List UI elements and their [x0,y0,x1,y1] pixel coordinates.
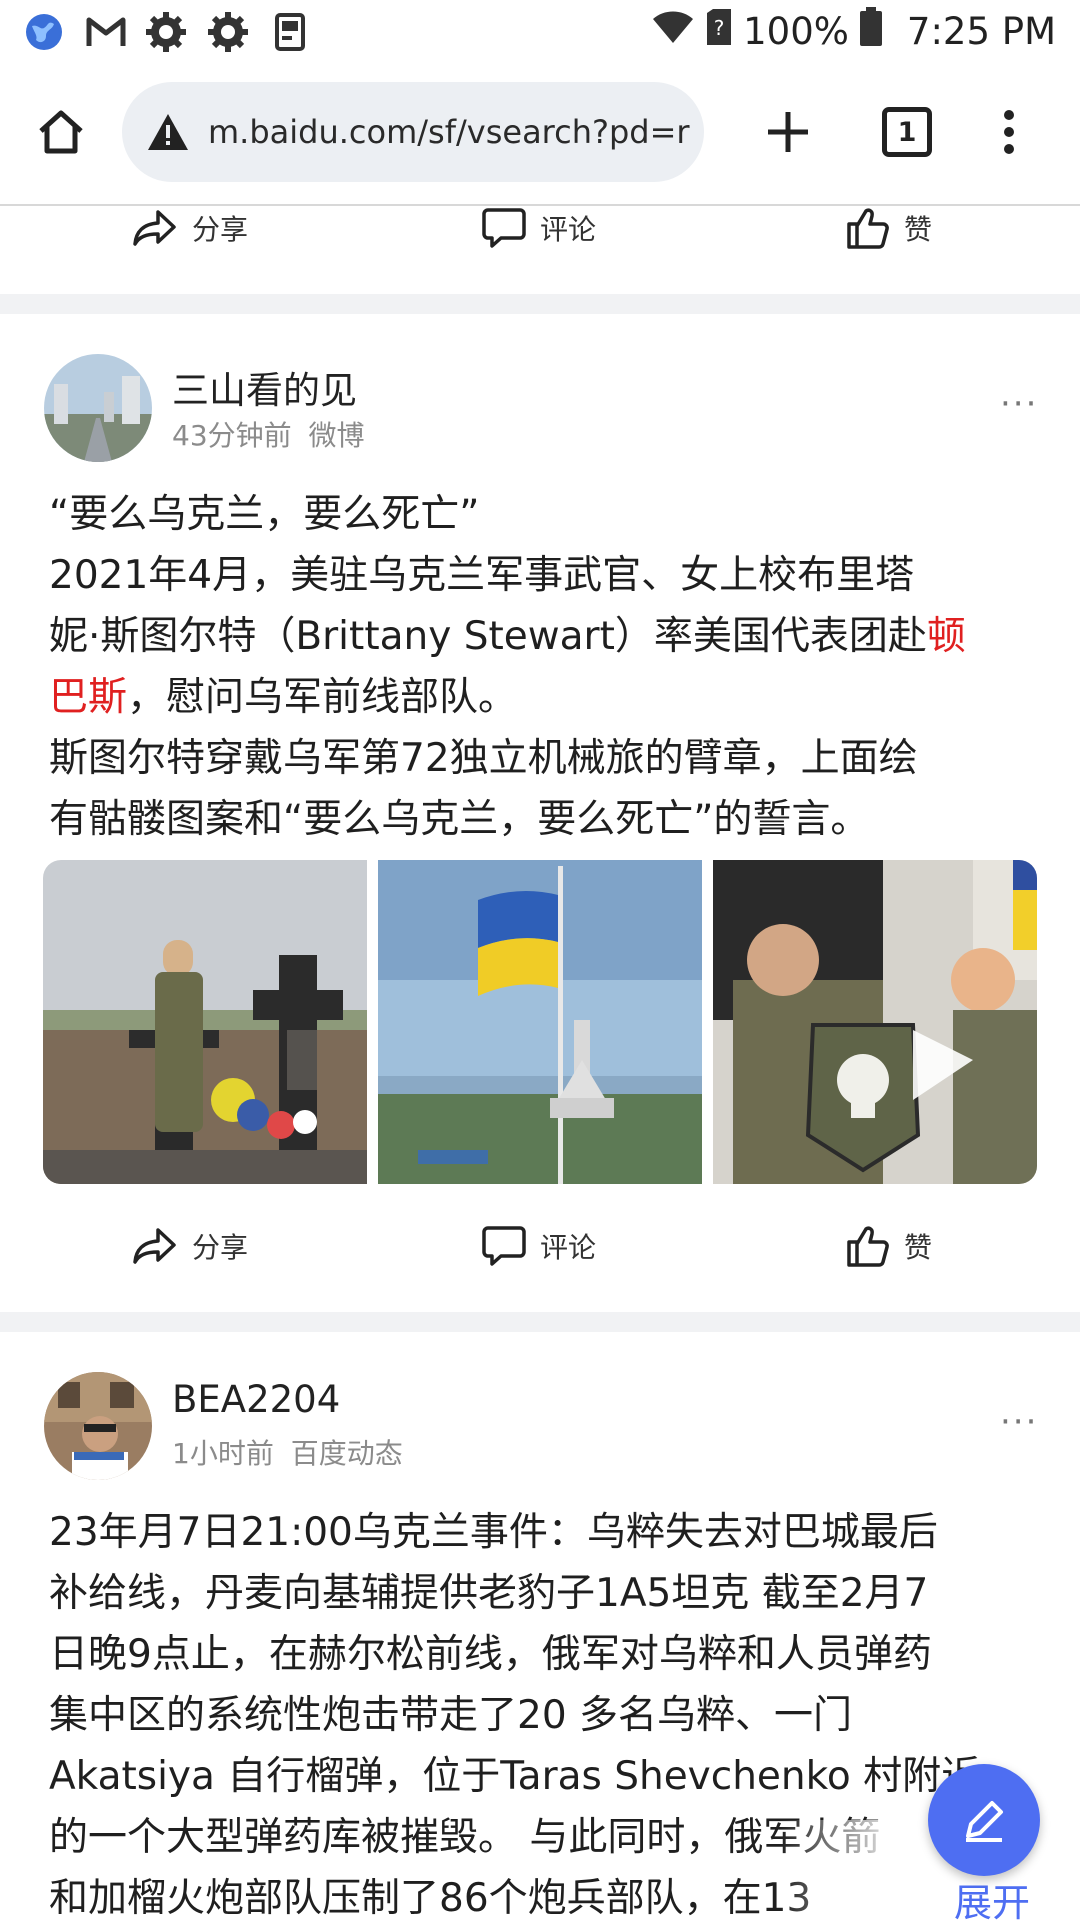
post-line: 2021年4月，美驻乌克兰军事武官、女上校布里塔 [49,553,915,598]
highlight-link[interactable]: 巴斯 [49,675,127,720]
post-line: 斯图尔特穿戴乌军第72独立机械旅的臂章，上面绘 [49,736,918,781]
post-action-bar: 分享 评论 赞 [0,1211,1080,1281]
feed-post: 三山看的见 43分钟前 微博 ··· “要么乌克兰，要么死亡” 2021年4月，… [0,314,1080,1314]
browser-toolbar: m.baidu.com/sf/vsearch?pd=r 1 [0,62,1080,204]
post-line: 有骷髅图案和“要么乌克兰，要么死亡”的誓言。 [49,797,870,842]
wifi-icon [651,9,695,54]
post-image[interactable] [713,860,1037,1184]
photo-officers-skull-patch [713,860,1037,1184]
comment-icon [482,1226,526,1266]
clock: 7:25 PM [906,9,1056,53]
url-text[interactable]: m.baidu.com/sf/vsearch?pd=r [208,113,690,151]
avatar[interactable] [44,354,152,462]
settings-gear-icon [206,10,250,54]
post-line: 补给线，丹麦向基辅提供老豹子1A5坦克 截至2月7 [49,1571,929,1616]
post-line: 23年月7日21:00乌克兰事件：乌粹失去对巴城最后 [49,1510,938,1555]
status-bar: ? 100% 7:25 PM [0,0,1080,62]
like-button[interactable]: 赞 [846,193,932,263]
svg-text:?: ? [714,16,725,40]
post-image[interactable] [378,860,702,1184]
pencil-icon [966,1801,1003,1842]
globe-icon [22,10,66,54]
author-name[interactable]: BEA2204 [172,1378,340,1421]
share-icon [133,1228,176,1264]
warning-icon[interactable] [146,112,190,152]
post-time: 1小时前 [172,1437,274,1470]
avatar[interactable] [44,1372,152,1480]
post-source: 微博 [308,419,365,452]
share-icon [133,210,176,246]
share-label: 分享 [192,213,249,246]
thumbs-up-icon [847,208,889,249]
new-tab-plus-icon[interactable] [752,92,824,172]
post-time: 43分钟前 [172,419,292,452]
comment-icon [482,208,526,248]
post-meta: 1小时前 百度动态 [172,1432,403,1472]
photo-ukraine-flag-motherland-monument [378,860,702,1184]
more-options-icon[interactable]: ··· [1000,384,1038,424]
battery-percentage: 100% [743,9,849,53]
sim-unknown-icon: ? [705,7,733,56]
section-separator [0,1312,1080,1332]
home-icon[interactable] [28,92,94,172]
reader-app-icon [268,10,312,54]
section-separator [0,294,1080,314]
post-line: “要么乌克兰，要么死亡” [49,492,480,537]
post-body[interactable]: “要么乌克兰，要么死亡” 2021年4月，美驻乌克兰军事武官、女上校布里塔 妮·… [49,484,1039,850]
like-label: 赞 [904,213,933,246]
tab-count: 1 [882,107,932,157]
compose-button[interactable] [928,1764,1040,1876]
overflow-menu-icon[interactable] [984,92,1034,172]
post-meta: 43分钟前 微博 [172,414,365,454]
share-label: 分享 [192,1231,249,1264]
url-bar[interactable]: m.baidu.com/sf/vsearch?pd=r [122,82,704,182]
comment-label: 评论 [540,213,597,246]
prev-post-action-bar: 分享 评论 赞 [0,193,1080,263]
share-button[interactable]: 分享 [132,1211,248,1281]
expand-link[interactable]: 展开 [954,1872,1030,1927]
author-name[interactable]: 三山看的见 [172,360,357,414]
post-line: 妮·斯图尔特（Brittany Stewart）率美国代表团赴顿 [49,606,1039,667]
post-line-text: 妮·斯图尔特（Brittany Stewart）率美国代表团赴 [49,614,927,659]
post-source: 百度动态 [290,1437,403,1470]
share-button[interactable]: 分享 [132,193,248,263]
comment-label: 评论 [540,1231,597,1264]
like-button[interactable]: 赞 [846,1211,932,1281]
highlight-link[interactable]: 顿 [927,614,966,659]
post-image[interactable] [43,860,367,1184]
more-options-icon[interactable]: ··· [1000,1402,1038,1442]
photo-officer-at-memorial-cross [43,860,367,1184]
battery-icon [859,6,883,56]
post-line: 集中区的系统性炮击带走了20 多名乌粹、一门 [49,1693,853,1738]
post-line: 巴斯，慰问乌军前线部队。 [49,667,1039,728]
tab-switcher-icon[interactable]: 1 [870,92,944,172]
settings-gear-icon [144,10,188,54]
comment-button[interactable]: 评论 [482,193,596,263]
thumbs-up-icon [847,1226,889,1267]
gmail-icon [84,10,128,54]
comment-button[interactable]: 评论 [482,1211,596,1281]
post-line-text: ，慰问乌军前线部队。 [127,675,518,720]
post-line: 日晚9点止，在赫尔松前线，俄军对乌粹和人员弹药 [49,1632,932,1677]
post-line: Akatsiya 自行榴弹，位于Taras Shevchenko 村附近 [49,1754,981,1799]
like-label: 赞 [904,1231,933,1264]
